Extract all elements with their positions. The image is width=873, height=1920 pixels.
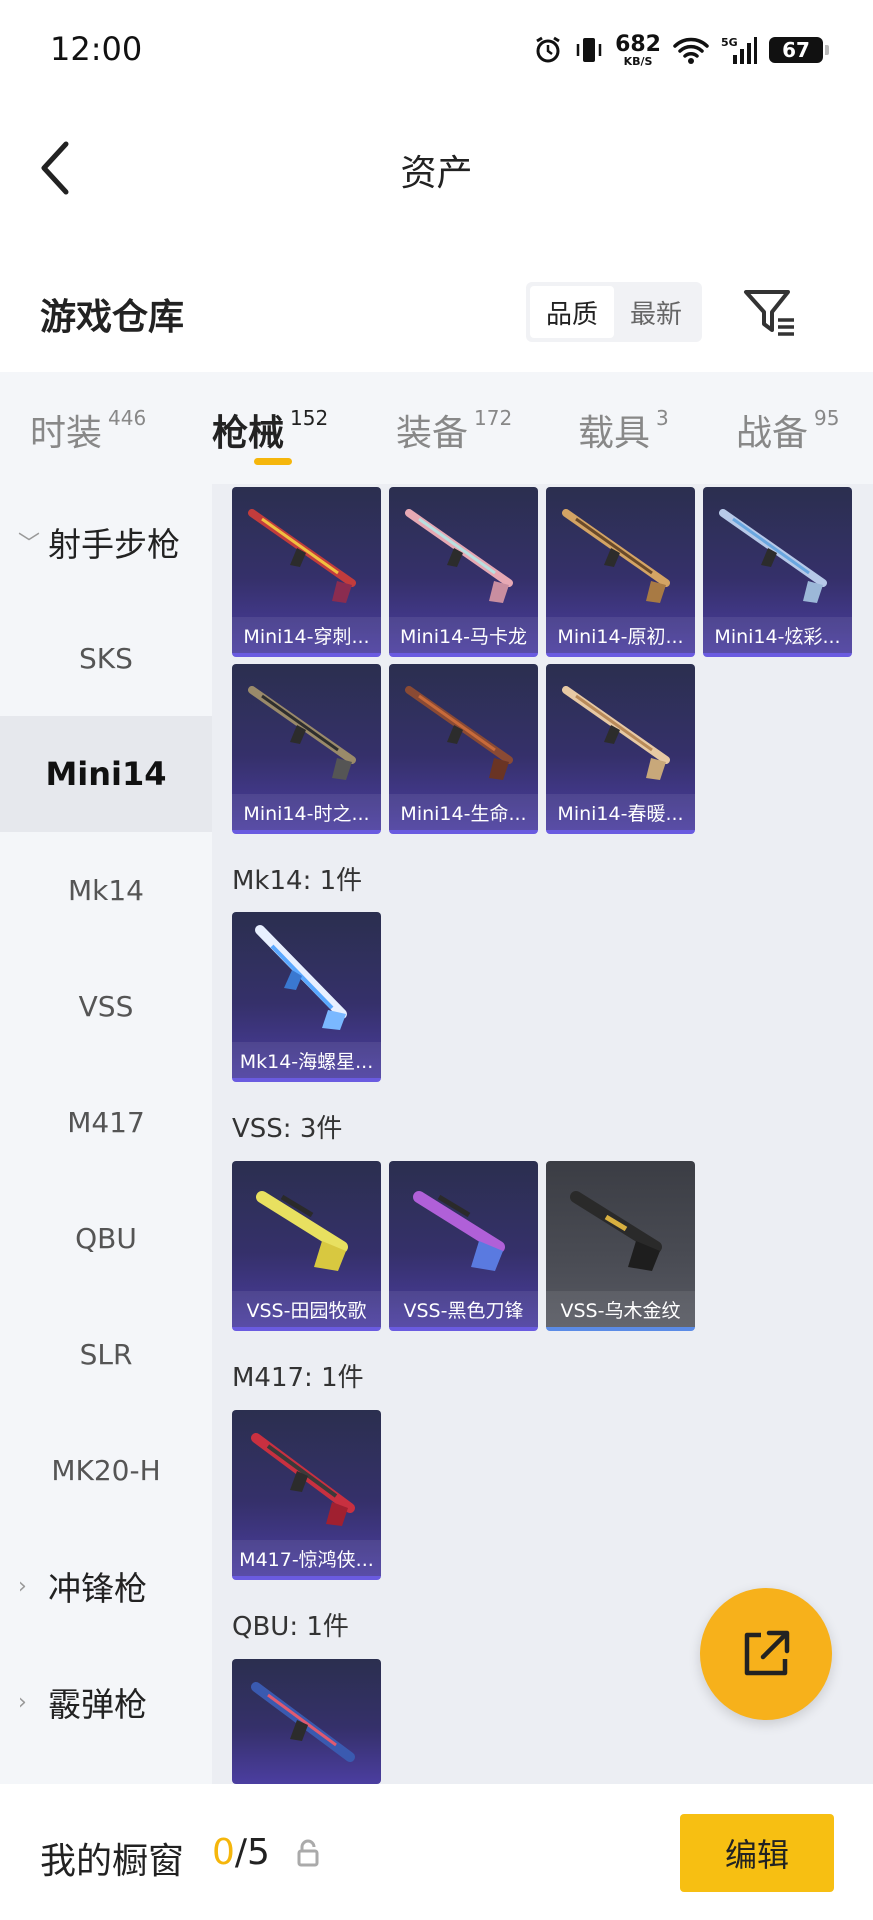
rifle-icon xyxy=(570,1191,662,1271)
sidebar-item-mk20h[interactable]: MK20-H xyxy=(0,1412,212,1528)
sidebar-item-sks[interactable]: SKS xyxy=(0,600,212,716)
sort-option-newest[interactable]: 最新 xyxy=(614,286,698,338)
sidebar-item-vss[interactable]: VSS xyxy=(0,948,212,1064)
rifle-icon xyxy=(562,509,670,603)
sidebar-item-qbu[interactable]: QBU xyxy=(0,1180,212,1296)
status-icons: 682 KB/S 5G 67 xyxy=(533,30,829,70)
tab-fashion[interactable]: 时装 446 xyxy=(30,404,146,456)
showcase-label: 我的橱窗 xyxy=(40,1841,185,1882)
rifle-icon xyxy=(405,509,513,603)
sidebar-item-slr[interactable]: SLR xyxy=(0,1296,212,1412)
showcase-bar: 我的橱窗 0/5 编辑 xyxy=(0,1784,873,1920)
tab-battle-prep[interactable]: 战备 95 xyxy=(736,404,839,456)
skin-card[interactable]: VSS-黑色刀锋 xyxy=(389,1161,538,1331)
rifle-icon xyxy=(256,1191,348,1271)
skin-card[interactable]: M417-惊鸿侠... xyxy=(232,1410,381,1580)
sidebar-group-shotgun[interactable]: › 霰弹枪 xyxy=(0,1644,212,1760)
sidebar-item-m417[interactable]: M417 xyxy=(0,1064,212,1180)
vibrate-icon xyxy=(576,38,602,62)
wifi-icon xyxy=(673,37,709,64)
battery-indicator: 67 xyxy=(769,37,829,63)
alarm-icon xyxy=(536,36,560,63)
skin-card[interactable]: Mini14-原初... xyxy=(546,487,695,657)
skin-card[interactable]: Mini14-炫彩... xyxy=(703,487,852,657)
status-bar: 12:00 682 KB/S 5G 67 xyxy=(0,0,873,100)
page-title: 资产 xyxy=(400,153,473,194)
network-speed: 682 KB/S xyxy=(615,31,661,68)
section-title-m417: M417: 1件 xyxy=(232,1363,364,1393)
chevron-right-icon: › xyxy=(18,1689,27,1715)
skin-card[interactable]: Mk14-海螺星... xyxy=(232,912,381,1082)
skin-card[interactable]: Mini14-时之... xyxy=(232,664,381,834)
share-external-icon xyxy=(744,1630,790,1676)
skin-card[interactable]: Mini14-生命... xyxy=(389,664,538,834)
tab-firearms[interactable]: 枪械 152 xyxy=(212,404,328,456)
active-tab-indicator xyxy=(254,458,292,465)
rifle-icon xyxy=(251,1433,355,1526)
svg-text:5G: 5G xyxy=(721,36,738,49)
category-tabs: 时装 446 枪械 152 装备 172 载具 3 战备 95 xyxy=(0,372,873,484)
skin-card[interactable]: Mini14-春暖... xyxy=(546,664,695,834)
sort-toggle: 品质 最新 xyxy=(526,282,702,342)
rifle-icon xyxy=(248,686,356,780)
skin-card[interactable] xyxy=(232,1659,381,1784)
weapon-type-sidebar: ﹀ 射手步枪 SKS Mini14 Mk14 VSS M417 QBU SLR … xyxy=(0,484,212,1784)
lock-icon xyxy=(297,1839,319,1867)
section-title-mk14: Mk14: 1件 xyxy=(232,866,363,896)
rifle-icon xyxy=(255,925,347,1030)
rifle-icon xyxy=(405,686,513,780)
showcase-count: 0/5 xyxy=(212,1832,270,1873)
rifle-icon xyxy=(248,509,356,603)
rifle-icon xyxy=(562,686,670,780)
tab-equipment[interactable]: 装备 172 xyxy=(396,404,512,456)
skin-card[interactable]: VSS-田园牧歌 xyxy=(232,1161,381,1331)
filter-icon[interactable] xyxy=(742,286,798,338)
rifle-icon xyxy=(413,1191,505,1271)
section-title-vss: VSS: 3件 xyxy=(232,1114,343,1144)
skin-card[interactable]: Mini14-马卡龙 xyxy=(389,487,538,657)
cellular-signal-icon: 5G xyxy=(721,36,757,64)
rifle-icon xyxy=(719,509,827,603)
app-header: 资产 xyxy=(0,100,873,230)
status-time: 12:00 xyxy=(50,30,143,68)
rifle-icon xyxy=(251,1682,355,1762)
skin-card[interactable]: VSS-乌木金纹 xyxy=(546,1161,695,1331)
warehouse-title: 游戏仓库 xyxy=(40,297,185,338)
sidebar-item-mini14[interactable]: Mini14 xyxy=(0,716,212,832)
skin-card[interactable]: Mini14-穿刺... xyxy=(232,487,381,657)
sidebar-group-smg[interactable]: › 冲锋枪 xyxy=(0,1528,212,1644)
edit-button[interactable]: 编辑 xyxy=(680,1814,834,1892)
sidebar-item-mk14[interactable]: Mk14 xyxy=(0,832,212,948)
share-button[interactable] xyxy=(700,1588,832,1720)
chevron-right-icon: › xyxy=(18,1573,27,1599)
chevron-down-icon: ﹀ xyxy=(18,532,41,557)
sidebar-group-dmr[interactable]: ﹀ 射手步枪 xyxy=(0,484,212,600)
section-title-qbu: QBU: 1件 xyxy=(232,1612,349,1642)
sort-option-quality[interactable]: 品质 xyxy=(530,286,614,338)
tab-vehicles[interactable]: 载具 3 xyxy=(578,404,669,456)
